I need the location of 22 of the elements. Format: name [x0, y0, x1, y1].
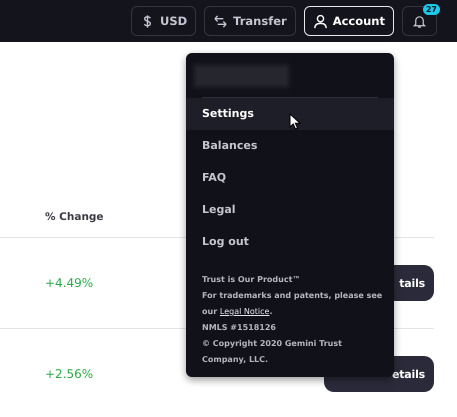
header-button[interactable]: USD — [130, 6, 196, 36]
notifications-button[interactable]: 27 — [402, 6, 437, 36]
percent-change: +2.56% — [45, 367, 94, 381]
percent-change: +4.49% — [45, 276, 94, 290]
legal-notice-link[interactable]: Legal Notice — [220, 307, 270, 316]
menu-item[interactable]: Log out — [186, 226, 394, 258]
header-button[interactable]: Transfer — [204, 6, 296, 36]
menu-item[interactable]: Balances — [186, 130, 394, 162]
mouse-cursor-icon — [289, 113, 301, 131]
menu-item[interactable]: Settings — [186, 98, 394, 130]
column-header: % Change — [45, 210, 104, 222]
transfer-arrows-icon — [213, 14, 228, 28]
legal-notice-text: For trademarks and patents, please see our Legal Notice. — [202, 290, 384, 318]
tagline: Trust is Our Product™ — [202, 274, 302, 286]
copyright-text: © Copyright 2020 Gemini Trust Company, LLC. — [202, 338, 343, 366]
bell-icon — [412, 14, 427, 28]
nmls-number: NMLS #1518126 — [202, 322, 277, 334]
menu-item[interactable]: FAQ — [186, 162, 394, 194]
notification-count: 27 — [422, 4, 440, 15]
header-button[interactable]: Account — [304, 6, 394, 36]
user-icon — [312, 14, 328, 28]
menu-item[interactable]: Legal — [186, 194, 394, 226]
